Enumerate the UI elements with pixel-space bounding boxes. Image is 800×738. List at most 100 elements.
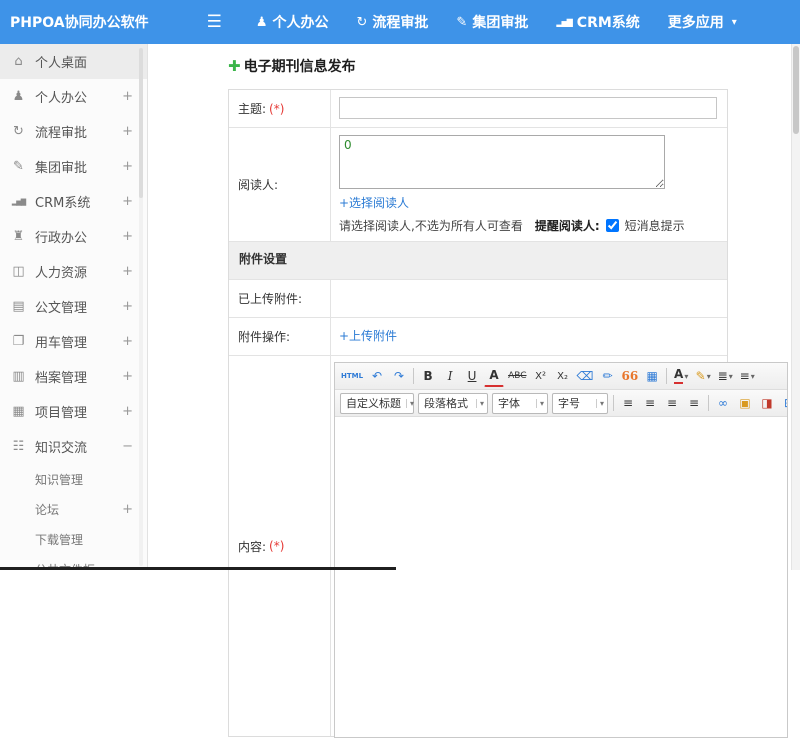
- nav-label: CRM系统: [576, 15, 640, 31]
- italic-button[interactable]: I: [440, 366, 460, 387]
- blockquote-button[interactable]: 66: [620, 366, 641, 387]
- underline-button[interactable]: U: [462, 366, 482, 387]
- upload-attachment-link[interactable]: +上传附件: [339, 327, 397, 344]
- remind-readers-label: 提醒阅读人:: [534, 219, 600, 233]
- uploaded-attachments-row: 已上传附件:: [229, 280, 727, 318]
- unordered-list-button[interactable]: ≡ ▾: [737, 366, 757, 387]
- sidebar-item-vehicle[interactable]: ❐ 用车管理 +: [0, 324, 147, 359]
- sidebar-item-group-approval[interactable]: ✎ 集团审批 +: [0, 149, 147, 184]
- forecolor-button[interactable]: A: [484, 366, 505, 387]
- subject-input[interactable]: [339, 97, 717, 119]
- archive-icon: ▥: [12, 369, 25, 384]
- select-readers-link[interactable]: +选择阅读人: [339, 194, 409, 211]
- sidebar-item-knowledge[interactable]: ☷ 知识交流 −: [0, 429, 147, 464]
- collapse-icon[interactable]: −: [122, 439, 133, 454]
- expand-icon[interactable]: +: [122, 264, 133, 279]
- readers-textarea[interactable]: 0: [339, 135, 665, 189]
- home-icon: ⌂: [14, 54, 23, 69]
- car-icon: ❐: [12, 334, 25, 349]
- ordered-list-icon: ≣: [717, 369, 728, 383]
- chevron-down-icon: ▾: [535, 398, 544, 408]
- chevron-down-icon: ▾: [684, 371, 689, 381]
- expand-icon[interactable]: +: [122, 159, 133, 174]
- expand-icon[interactable]: +: [122, 194, 133, 209]
- expand-icon[interactable]: +: [122, 502, 133, 517]
- expand-icon[interactable]: +: [122, 299, 133, 314]
- page-scrollbar: [791, 44, 800, 570]
- sidebar-item-documents[interactable]: ▤ 公文管理 +: [0, 289, 147, 324]
- subscript-button[interactable]: X₂: [553, 366, 573, 387]
- chat-icon: ☷: [12, 439, 25, 454]
- sidebar-item-personal-office[interactable]: ♟ 个人办公 +: [0, 79, 147, 114]
- table-button[interactable]: ▦: [642, 366, 662, 387]
- top-navigation-bar: PHPOA协同办公软件 ☰ ♟ 个人办公 ↻ 流程审批 ✎ 集团审批 ▂▅▇ C…: [0, 0, 800, 44]
- person-icon: ♟: [255, 14, 268, 30]
- sidebar-item-crm[interactable]: ▂▅▇ CRM系统 +: [0, 184, 147, 219]
- sidebar-subitem-download[interactable]: 下载管理: [0, 524, 147, 554]
- font-family-select[interactable]: 字体 ▾: [492, 392, 548, 414]
- font-size-select[interactable]: 字号 ▾: [552, 392, 608, 414]
- sidebar-subitem-knowledge-management[interactable]: 知识管理: [0, 464, 147, 494]
- sidebar-item-workflow-approval[interactable]: ↻ 流程审批 +: [0, 114, 147, 149]
- sms-notify-checkbox[interactable]: [605, 219, 619, 232]
- expand-icon[interactable]: +: [122, 404, 133, 419]
- insert-link-button[interactable]: ∞: [713, 393, 733, 414]
- heading-select[interactable]: 自定义标题 ▾: [340, 392, 414, 414]
- insert-table-button[interactable]: ⊞: [779, 393, 787, 414]
- document-icon: ▤: [12, 299, 25, 314]
- add-icon: ✚: [228, 56, 241, 75]
- remove-format-button[interactable]: ⌫: [575, 366, 596, 387]
- page-layout: ⌂ 个人桌面 ♟ 个人办公 + ↻ 流程审批 + ✎ 集团审批 + ▂▅▇ CR…: [0, 44, 800, 738]
- readers-label: 阅读人:: [229, 128, 331, 241]
- align-justify-button[interactable]: ≡: [684, 393, 704, 414]
- insert-image-button[interactable]: ▣: [735, 393, 755, 414]
- chart-icon: ▂▅▇: [11, 197, 26, 206]
- chevron-down-icon: ▾: [706, 371, 711, 381]
- sidebar-item-hr[interactable]: ◫ 人力资源 +: [0, 254, 147, 289]
- menu-toggle-icon[interactable]: ☰: [207, 13, 222, 31]
- undo-button[interactable]: ↶: [367, 366, 387, 387]
- expand-icon[interactable]: +: [122, 124, 133, 139]
- source-code-button[interactable]: HTML: [339, 366, 365, 387]
- publish-form: 主题: (*) 阅读人: 0 +选择阅读人 请选择阅读人,不选为所有人可查看 提…: [228, 89, 788, 738]
- editor-toolbar-row1: HTML ↶ ↷ B I U A ABC X² X₂ ⌫ ✏ 66 ▦ A ▾ …: [335, 363, 787, 390]
- align-left-button[interactable]: ≡: [618, 393, 638, 414]
- highlight-color-button[interactable]: ✎ ▾: [693, 366, 713, 387]
- editor-canvas[interactable]: [335, 417, 787, 737]
- superscript-button[interactable]: X²: [531, 366, 551, 387]
- sidebar-subitem-forum[interactable]: 论坛 +: [0, 494, 147, 524]
- sidebar-item-projects[interactable]: ▦ 项目管理 +: [0, 394, 147, 429]
- nav-item-workflow-approval[interactable]: ↻ 流程审批: [357, 12, 429, 32]
- folder-icon: ▦: [12, 404, 25, 419]
- chevron-down-icon: ▾: [750, 371, 755, 381]
- nav-item-group-approval[interactable]: ✎ 集团审批: [456, 12, 528, 32]
- sidebar-item-administration[interactable]: ♜ 行政办公 +: [0, 219, 147, 254]
- expand-icon[interactable]: +: [122, 89, 133, 104]
- insert-media-button[interactable]: ◨: [757, 393, 777, 414]
- sidebar-scrollbar-thumb[interactable]: [139, 48, 143, 198]
- required-mark: (*): [269, 539, 285, 553]
- nav-item-more-apps[interactable]: 更多应用 ▾: [668, 12, 737, 32]
- paragraph-format-select[interactable]: 段落格式 ▾: [418, 392, 488, 414]
- expand-icon[interactable]: +: [122, 229, 133, 244]
- expand-icon[interactable]: +: [122, 334, 133, 349]
- expand-icon[interactable]: +: [122, 369, 133, 384]
- readers-row: 阅读人: 0 +选择阅读人 请选择阅读人,不选为所有人可查看 提醒阅读人: 短消…: [229, 128, 727, 242]
- nav-item-personal-office[interactable]: ♟ 个人办公: [256, 12, 329, 32]
- strikethrough-button[interactable]: ABC: [506, 366, 528, 387]
- ordered-list-button[interactable]: ≣ ▾: [715, 366, 735, 387]
- align-center-button[interactable]: ≡: [640, 393, 660, 414]
- bold-button[interactable]: B: [418, 366, 438, 387]
- attachment-section-title: 附件设置: [239, 252, 288, 266]
- nav-item-crm[interactable]: ▂▅▇ CRM系统: [556, 12, 639, 32]
- readers-hint-line: 请选择阅读人,不选为所有人可查看 提醒阅读人: 短消息提示: [339, 217, 719, 234]
- font-color-button[interactable]: A ▾: [671, 366, 691, 387]
- page-scrollbar-thumb[interactable]: [793, 46, 799, 134]
- chevron-down-icon: ▾: [475, 398, 484, 408]
- format-brush-button[interactable]: ✏: [598, 366, 618, 387]
- align-right-button[interactable]: ≡: [662, 393, 682, 414]
- sidebar-item-archives[interactable]: ▥ 档案管理 +: [0, 359, 147, 394]
- redo-button[interactable]: ↷: [389, 366, 409, 387]
- attachment-operation-row: 附件操作: +上传附件: [229, 318, 727, 356]
- sidebar-item-desktop[interactable]: ⌂ 个人桌面: [0, 44, 147, 79]
